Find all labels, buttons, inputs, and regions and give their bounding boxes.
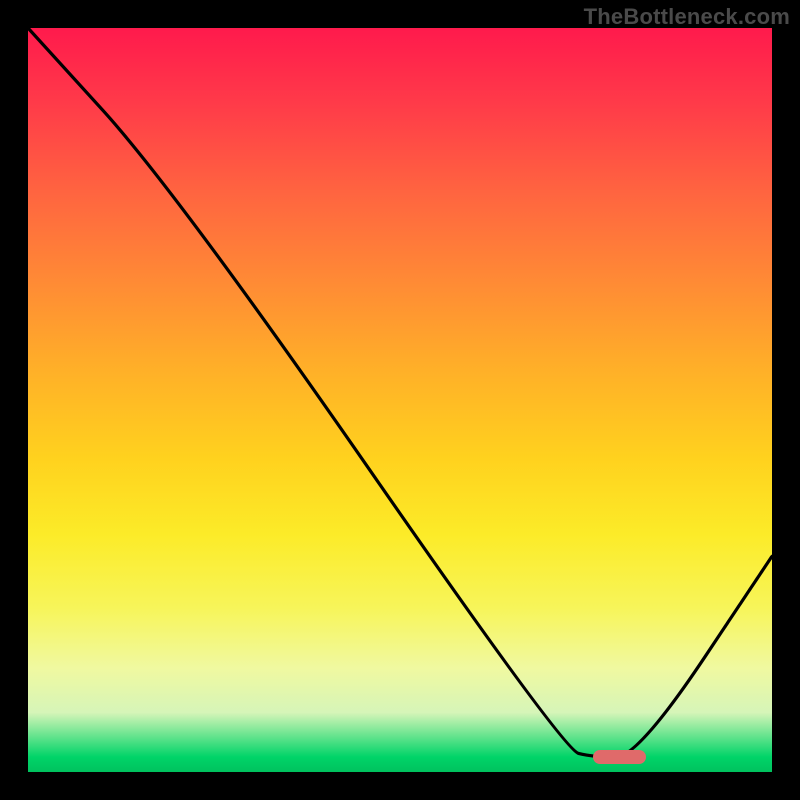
curve-path: [28, 28, 772, 757]
chart-frame: TheBottleneck.com: [0, 0, 800, 800]
watermark-text: TheBottleneck.com: [584, 4, 790, 30]
bottleneck-curve: [28, 28, 772, 772]
plot-area: [28, 28, 772, 772]
optimum-marker: [593, 750, 645, 764]
